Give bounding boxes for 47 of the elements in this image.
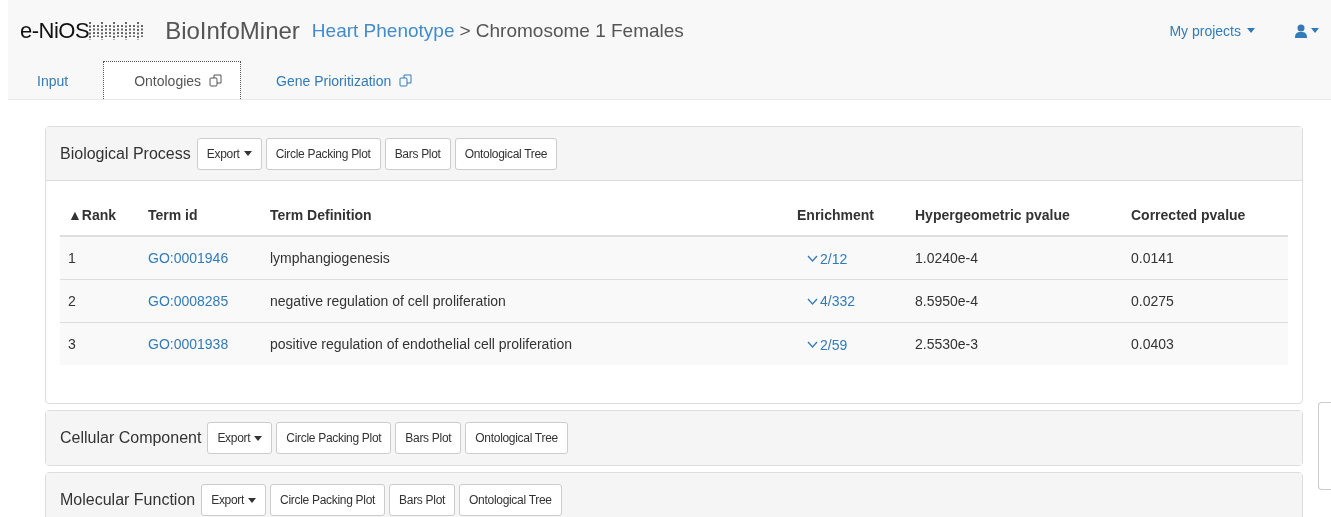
user-menu[interactable]: [1295, 23, 1319, 38]
caret-icon: [243, 151, 252, 156]
chevron-down-icon: [807, 341, 818, 348]
table-cell: 2: [68, 292, 76, 309]
table-cell: 3: [68, 335, 76, 352]
enrichment-toggle[interactable]: 2/59: [807, 336, 848, 353]
table-cell: 8.5950e-4: [915, 292, 979, 309]
chevron-down-icon: [807, 297, 818, 305]
panel-button[interactable]: Bars Plot: [389, 484, 456, 516]
panel-button[interactable]: Circle Packing Plot: [265, 137, 381, 170]
projects-menu[interactable]: My projects: [1169, 22, 1255, 39]
panel-title: Cellular Component: [60, 429, 202, 447]
chevron-down-icon: [807, 255, 818, 262]
panel-button[interactable]: Circle Packing Plot: [276, 422, 392, 454]
table-cell: 2.5530e-3: [915, 335, 979, 352]
user-icon: [1295, 23, 1307, 38]
logo-text: e-NiOS: [20, 17, 90, 44]
export-dropdown[interactable]: Export: [207, 422, 273, 454]
table-cell: positive regulation of endothelial cell proliferation: [270, 335, 572, 352]
table-cell: 1.0240e-4: [915, 249, 979, 266]
caret-icon: [1311, 28, 1319, 34]
table-cell: 1: [68, 249, 76, 266]
table-cell: 0.0141: [1131, 249, 1174, 266]
enrichment-toggle[interactable]: 2/12: [807, 250, 848, 267]
caret-icon: [1247, 28, 1255, 34]
enrichment-toggle[interactable]: 4/332: [807, 293, 856, 310]
app-title: BioInfoMiner: [165, 16, 300, 45]
panel-button[interactable]: Bars Plot: [384, 137, 451, 170]
panel-button[interactable]: Ontological Tree: [465, 422, 568, 454]
tab[interactable]: Gene Prioritization: [257, 61, 432, 99]
export-dropdown[interactable]: Export: [196, 137, 262, 170]
panel-button[interactable]: Ontological Tree: [454, 137, 558, 170]
panel-title: Molecular Function: [60, 491, 196, 509]
breadcrumb-text: > Chromosome 1 Females: [459, 19, 684, 42]
table-cell: negative regulation of cell proliferation: [270, 292, 506, 309]
table-cell: 0.0403: [1131, 335, 1174, 352]
export-dropdown[interactable]: Export: [201, 484, 267, 516]
panel-button[interactable]: Bars Plot: [395, 422, 462, 454]
caret-icon: [248, 497, 257, 503]
panel-button[interactable]: Circle Packing Plot: [270, 484, 386, 516]
caret-icon: [254, 435, 263, 441]
panel-title: Biological Process: [60, 144, 191, 163]
panel-button[interactable]: Ontological Tree: [459, 484, 562, 516]
table-cell: 0.0275: [1131, 292, 1174, 309]
tab[interactable]: Ontologies: [103, 61, 242, 99]
tab[interactable]: Input: [18, 61, 88, 99]
table-cell: lymphangiogenesis: [270, 249, 390, 266]
